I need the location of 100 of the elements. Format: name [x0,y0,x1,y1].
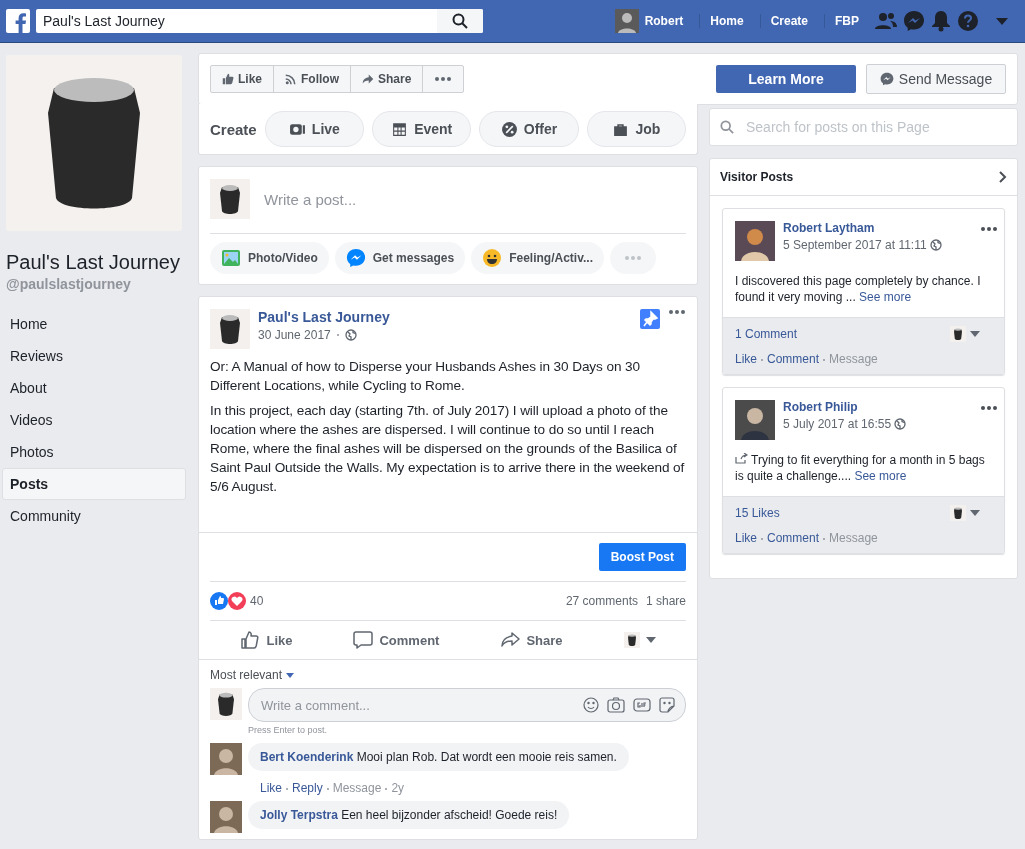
action-link[interactable]: Like [735,352,757,366]
messenger-icon [879,72,894,86]
comment-icon [353,630,374,650]
post-as-selector[interactable] [950,505,980,521]
messenger-icon [345,248,366,268]
comment-field[interactable]: Write a comment... [259,696,575,714]
page-avatar [210,309,250,349]
search-icon [452,13,468,29]
post-text: Or: A Manual of how to Disperse your Husbands Ashes in 30 Days on 30 Different Locations, while Cycling to Rome. [210,358,641,395]
nav-item[interactable]: Videos [2,404,186,436]
create-label: Create [210,120,257,138]
create-offer-button[interactable]: Offer [479,111,579,147]
action-link[interactable]: Comment [767,352,820,366]
comment-button[interactable]: Comment [353,630,440,650]
author-link[interactable]: Robert Laytham [783,221,942,235]
messages-button[interactable]: Get messages [334,242,466,274]
author-link[interactable]: Robert Philip [783,400,907,414]
commenter-avatar [210,743,242,775]
create-live-button[interactable]: Live [264,111,365,147]
globe-icon [929,239,942,251]
page-avatar [950,505,966,521]
emoji-icon[interactable] [583,697,599,713]
chevron-right-icon[interactable] [999,171,1007,183]
page-handle: @paulslastjourney [6,276,132,292]
globe-icon [344,329,357,341]
page-avatar [210,179,250,219]
love-reaction-icon [228,592,246,610]
send-message-button[interactable]: Send Message [866,64,1006,94]
caret-icon [286,672,295,678]
page-search-box[interactable]: Search for posts on this Page [709,108,1018,146]
help-icon[interactable] [957,10,979,32]
pin-icon[interactable] [640,309,660,329]
profile-link[interactable]: Robert [644,14,684,28]
nav-link[interactable]: FBP [824,14,869,28]
learn-more-button[interactable]: Learn More [716,65,856,93]
share-icon [362,73,374,85]
sticker-icon[interactable] [659,697,675,713]
search-icon [720,120,734,134]
photo-button[interactable]: Photo/Video [210,242,329,274]
author-link[interactable]: Paul's Last Journey [258,309,390,325]
comment-action-link[interactable]: Like [260,781,282,795]
comment-text: Jolly Terpstra Een heel bijzonder afscheid! Goede reis! [248,801,570,829]
post-as-selector[interactable] [623,632,656,648]
share-button[interactable]: Share [500,630,563,650]
nav-item[interactable]: Photos [2,436,186,468]
nav-link[interactable]: Home [699,14,754,28]
feeling-button[interactable]: Feeling/Activ... [471,242,604,274]
more-icon[interactable] [980,405,998,411]
caret-icon[interactable] [995,16,1009,26]
nav-item[interactable]: Reviews [2,340,186,372]
camera-icon[interactable] [607,697,625,713]
sort-dropdown[interactable]: Most relevant [210,668,686,682]
messenger-icon[interactable] [903,10,925,32]
reaction-count[interactable]: 40 [250,594,264,608]
boost-post-button[interactable]: Boost Post [598,543,686,571]
message-text: Message [829,352,878,366]
visitor-posts-title[interactable]: Visitor Posts [720,170,794,184]
create-job-button[interactable]: Job [586,111,686,147]
user-avatar [735,221,775,261]
nav-item[interactable]: About [2,372,186,404]
more-button[interactable] [434,76,453,82]
like-button[interactable]: Like [240,630,293,650]
follow-button[interactable]: Follow [274,66,351,92]
post-date[interactable]: 5 September 2017 at 11:11 [783,238,927,252]
nav-item[interactable]: Community [2,500,186,532]
action-link[interactable]: Comment [767,531,820,545]
page-name: Paul's Last Journey [6,251,181,274]
friends-icon[interactable] [875,11,897,31]
more-icon[interactable] [668,309,686,315]
post-stat-link[interactable]: 1 Comment [735,327,798,341]
facebook-logo-icon[interactable] [6,9,30,33]
comment-meta: Message [332,781,382,795]
share-button[interactable]: Share [351,66,424,92]
nav-item[interactable]: Posts [2,468,186,500]
globe-icon [894,418,907,430]
caret-icon [970,331,980,337]
post-as-selector[interactable] [950,326,980,342]
comments-count[interactable]: 27 comments [565,594,638,608]
notifications-icon[interactable] [931,10,951,32]
gif-icon[interactable] [633,697,651,713]
comment-action-link[interactable]: Reply [292,781,323,795]
create-event-button[interactable]: Event [372,111,472,147]
action-link[interactable]: Like [735,531,757,545]
event-icon [391,120,409,138]
avatar-icon[interactable] [614,9,639,33]
see-more-link[interactable]: See more [859,290,912,304]
like-button[interactable]: Like [211,66,274,92]
nav-item[interactable]: Home [2,308,186,340]
comment-box[interactable]: Write a comment... [248,688,686,722]
more-icon[interactable] [980,226,998,232]
search-button[interactable] [437,9,483,33]
like-reaction-icon [210,592,228,610]
share-icon [500,630,521,650]
post-date[interactable]: 30 June 2017 [258,328,331,342]
shares-count[interactable]: 1 share [645,594,686,608]
see-more-link[interactable]: See more [854,469,907,483]
post-stat-link[interactable]: 15 Likes [735,506,780,520]
comment-meta: 2y [391,781,405,795]
post-date[interactable]: 5 July 2017 at 16:55 [783,417,892,431]
nav-link[interactable]: Create [759,14,818,28]
